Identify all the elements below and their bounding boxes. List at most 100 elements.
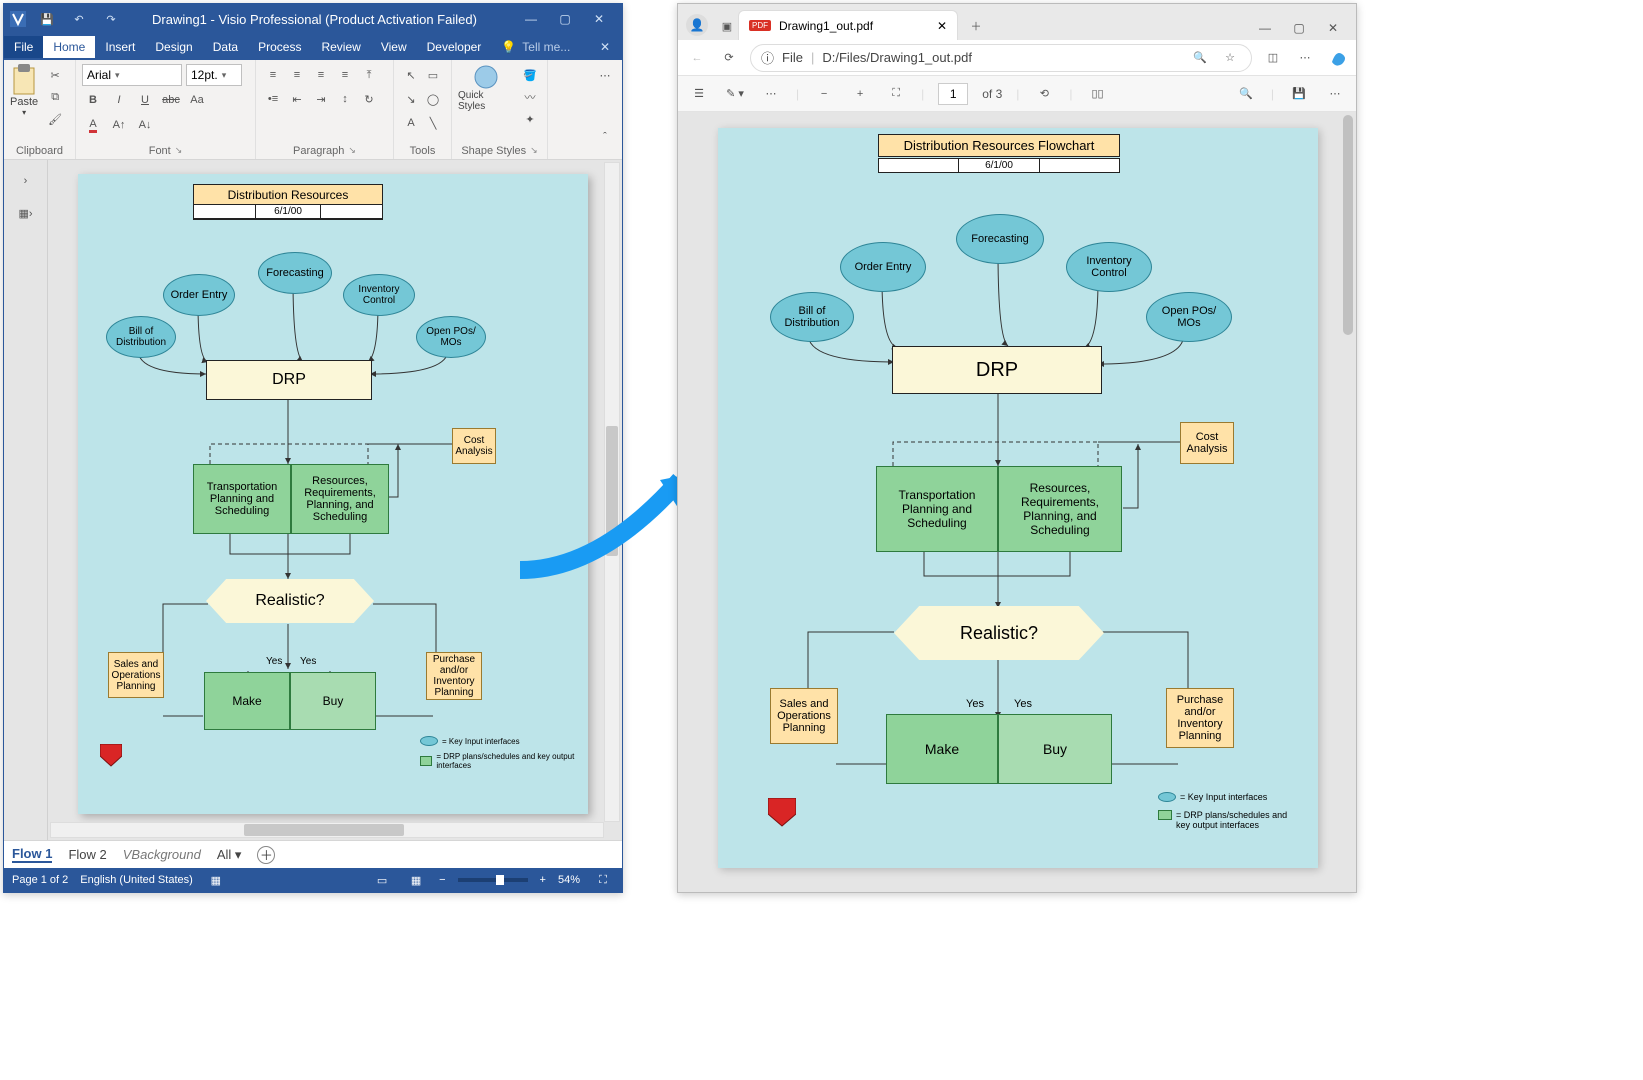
- decrease-indent-button[interactable]: ⇤: [287, 89, 307, 109]
- sheet-tab-flow2[interactable]: Flow 2: [68, 847, 106, 862]
- scrollbar-thumb[interactable]: [244, 824, 404, 836]
- favorite-icon[interactable]: ☆: [1220, 48, 1240, 68]
- rect-tool-icon[interactable]: ▭: [423, 65, 443, 85]
- tab-data[interactable]: Data: [203, 36, 248, 58]
- connector-tool-icon[interactable]: ↘: [401, 89, 421, 109]
- align-top-button[interactable]: ⤒: [359, 65, 379, 85]
- presentation-mode-icon[interactable]: ▭: [372, 870, 392, 890]
- vertical-scrollbar[interactable]: [604, 162, 620, 822]
- sheet-tab-flow1[interactable]: Flow 1: [12, 846, 52, 863]
- profile-icon[interactable]: 👤: [686, 14, 708, 36]
- browser-content[interactable]: Distribution Resources Flowchart 6/1/00: [678, 112, 1356, 892]
- pdf-page-input[interactable]: [938, 83, 968, 105]
- page-view-icon[interactable]: ▯▯: [1088, 84, 1108, 104]
- tab-view[interactable]: View: [371, 36, 417, 58]
- copy-icon[interactable]: ⧉: [45, 87, 65, 107]
- browser-minimize-button[interactable]: —: [1248, 16, 1282, 40]
- pdf-zoom-out-button[interactable]: −: [814, 84, 834, 104]
- tab-close-icon[interactable]: ✕: [937, 19, 947, 33]
- bold-button[interactable]: B: [83, 90, 103, 110]
- back-button[interactable]: ←: [687, 48, 707, 68]
- font-color-button[interactable]: A: [83, 115, 103, 135]
- rotate-icon[interactable]: ⟲: [1034, 84, 1054, 104]
- align-center-button[interactable]: ≡: [287, 65, 307, 85]
- fit-page-icon[interactable]: ⛶: [593, 870, 613, 890]
- underline-button[interactable]: U: [135, 90, 155, 110]
- align-left-button[interactable]: ≡: [263, 65, 283, 85]
- tab-home[interactable]: Home: [43, 36, 95, 58]
- font-name-combo[interactable]: Arial▾: [82, 64, 182, 86]
- tab-insert[interactable]: Insert: [95, 36, 145, 58]
- collapse-ribbon-button[interactable]: ✕: [588, 35, 622, 59]
- zoom-value[interactable]: 54%: [558, 874, 580, 886]
- redo-icon[interactable]: ↷: [101, 9, 121, 29]
- tab-review[interactable]: Review: [311, 36, 370, 58]
- scrollbar-thumb[interactable]: [1343, 115, 1353, 335]
- menu-icon[interactable]: ⋯: [1295, 48, 1315, 68]
- tab-file[interactable]: File: [4, 36, 43, 58]
- browser-maximize-button[interactable]: ▢: [1282, 16, 1316, 40]
- tab-process[interactable]: Process: [248, 36, 311, 58]
- increase-indent-button[interactable]: ⇥: [311, 89, 331, 109]
- justify-button[interactable]: ≡: [335, 65, 355, 85]
- effects-button[interactable]: ✦: [520, 109, 540, 129]
- rotate-text-button[interactable]: ↻: [359, 89, 379, 109]
- find-icon[interactable]: 🔍: [1236, 84, 1256, 104]
- macro-record-icon[interactable]: ▦: [206, 870, 226, 890]
- tab-tell-me[interactable]: 💡 Tell me...: [491, 36, 580, 58]
- zoom-out-button[interactable]: −: [439, 874, 445, 886]
- drawing-page[interactable]: Distribution Resources Flowchart 6/1/00: [78, 174, 588, 814]
- pointer-tool-icon[interactable]: ↖: [401, 65, 421, 85]
- bullets-button[interactable]: •≡: [263, 89, 283, 109]
- copilot-icon[interactable]: [1327, 48, 1347, 68]
- fit-icon[interactable]: ⛶: [886, 84, 906, 104]
- line-button[interactable]: 〰: [520, 87, 540, 107]
- pdf-zoom-in-button[interactable]: +: [850, 84, 870, 104]
- minimize-button[interactable]: —: [514, 7, 548, 31]
- grow-font-button[interactable]: A↑: [109, 115, 129, 135]
- horizontal-scrollbar[interactable]: [50, 822, 604, 838]
- zoom-in-button[interactable]: +: [540, 874, 546, 886]
- shrink-font-button[interactable]: A↓: [135, 115, 155, 135]
- text-tool-icon[interactable]: A: [401, 113, 421, 133]
- info-icon[interactable]: ⓘ: [761, 48, 774, 67]
- workspaces-icon[interactable]: ▣: [717, 16, 737, 36]
- maximize-button[interactable]: ▢: [548, 7, 582, 31]
- fit-width-icon[interactable]: ▦: [406, 870, 426, 890]
- strike-button[interactable]: abc: [161, 90, 181, 110]
- align-middle-button[interactable]: ↕: [335, 89, 355, 109]
- case-button[interactable]: Aa: [187, 90, 207, 110]
- more-draw-icon[interactable]: ⋯: [761, 84, 781, 104]
- undo-icon[interactable]: ↶: [69, 9, 89, 29]
- sheet-tab-vbg[interactable]: VBackground: [123, 847, 201, 862]
- new-tab-button[interactable]: ＋: [966, 16, 986, 36]
- pdf-menu-icon[interactable]: ⋯: [1325, 84, 1345, 104]
- ribbon-collapse-icon[interactable]: ˆ: [595, 127, 615, 147]
- contents-icon[interactable]: ☰: [689, 84, 709, 104]
- format-painter-icon[interactable]: 🖌: [45, 109, 65, 129]
- ellipse-tool-icon[interactable]: ◯: [423, 89, 443, 109]
- address-bar[interactable]: ⓘ File | D:/Files/Drawing1_out.pdf 🔍 ☆: [750, 44, 1252, 72]
- scrollbar-thumb[interactable]: [606, 426, 618, 556]
- align-right-button[interactable]: ≡: [311, 65, 331, 85]
- tab-design[interactable]: Design: [145, 36, 202, 58]
- ribbon-more-icon[interactable]: ⋯: [595, 65, 615, 85]
- browser-scrollbar[interactable]: [1343, 115, 1353, 889]
- line-tool-icon[interactable]: ╲: [423, 113, 443, 133]
- save-icon[interactable]: 💾: [37, 9, 57, 29]
- quick-styles-button[interactable]: Quick Styles: [458, 64, 513, 112]
- fill-button[interactable]: 🪣: [520, 65, 540, 85]
- close-button[interactable]: ✕: [582, 7, 616, 31]
- italic-button[interactable]: I: [109, 90, 129, 110]
- expand-shapes-icon[interactable]: ›: [16, 171, 36, 191]
- browser-tab[interactable]: PDF Drawing1_out.pdf ✕: [738, 10, 958, 40]
- cut-icon[interactable]: ✂: [45, 65, 65, 85]
- font-size-combo[interactable]: 12pt.▾: [186, 64, 242, 86]
- stencil-icon[interactable]: ▦›: [16, 203, 36, 223]
- zoom-indicator-icon[interactable]: 🔍: [1190, 48, 1210, 68]
- tab-developer[interactable]: Developer: [417, 36, 492, 58]
- refresh-button[interactable]: ⟳: [719, 48, 739, 68]
- browser-close-button[interactable]: ✕: [1316, 16, 1350, 40]
- save-pdf-icon[interactable]: 💾: [1289, 84, 1309, 104]
- add-sheet-button[interactable]: ＋: [257, 846, 275, 864]
